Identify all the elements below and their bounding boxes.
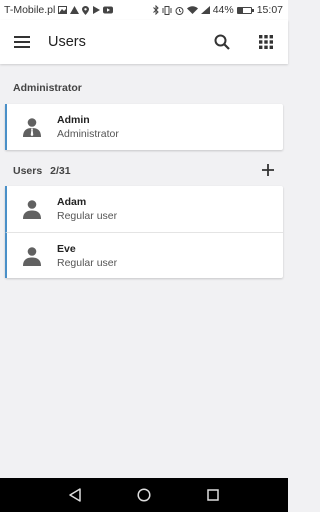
administrator-card: Admin Administrator (5, 104, 283, 150)
play-icon (93, 6, 101, 14)
battery-percent: 44% (212, 4, 234, 16)
bluetooth-icon (152, 5, 159, 15)
add-user-button[interactable] (256, 158, 280, 182)
vibrate-icon (162, 5, 172, 15)
search-button[interactable] (200, 20, 244, 64)
home-button[interactable] (129, 480, 159, 510)
list-item-admin[interactable]: Admin Administrator (5, 104, 283, 150)
plus-icon (262, 164, 274, 176)
user-role: Regular user (57, 256, 118, 269)
user-avatar (21, 245, 43, 267)
recents-button[interactable] (198, 480, 228, 510)
users-section-header: Users 2/31 (13, 165, 71, 177)
user-name: Adam (57, 196, 87, 208)
app-bar: Users (0, 20, 288, 64)
signal-icon (200, 6, 210, 14)
clock: 15:07 (256, 4, 283, 16)
users-card: Adam Regular user Eve Regular user (5, 186, 283, 278)
home-icon (137, 488, 151, 502)
youtube-icon (103, 6, 114, 14)
recents-icon (207, 489, 220, 501)
location-icon (82, 5, 90, 15)
wifi-icon (186, 6, 198, 14)
user-role: Regular user (57, 210, 118, 222)
list-item-eve[interactable]: Eve Regular user (5, 232, 283, 278)
user-name: Eve (57, 242, 76, 255)
user-avatar-icon (23, 246, 41, 266)
grid-icon (259, 35, 273, 49)
user-avatar (21, 198, 43, 220)
carrier-label: T-Mobile.pl (4, 4, 56, 16)
page-title: Users (48, 34, 86, 50)
user-role: Administrator (57, 128, 119, 140)
apps-grid-button[interactable] (244, 20, 288, 64)
system-navigation-bar (0, 478, 288, 512)
menu-button[interactable] (0, 20, 44, 64)
list-item-adam[interactable]: Adam Regular user (5, 186, 283, 232)
menu-icon (14, 36, 30, 48)
image-icon (58, 6, 68, 14)
users-header-label: Users (13, 165, 43, 177)
users-count: 2/31 (50, 165, 71, 177)
search-icon (214, 34, 230, 50)
back-button[interactable] (60, 480, 90, 510)
user-name: Admin (57, 114, 90, 126)
administrator-header-label: Administrator (13, 82, 82, 94)
status-bar: T-Mobile.pl 44% 15:07 (0, 0, 288, 20)
back-icon (68, 488, 81, 502)
user-avatar-icon (23, 200, 41, 219)
admin-avatar (21, 116, 43, 138)
administrator-section-header: Administrator (13, 82, 82, 94)
admin-avatar-icon (23, 118, 41, 137)
battery-icon (236, 6, 254, 14)
alarm-icon (175, 6, 184, 15)
warning-icon (70, 6, 80, 14)
